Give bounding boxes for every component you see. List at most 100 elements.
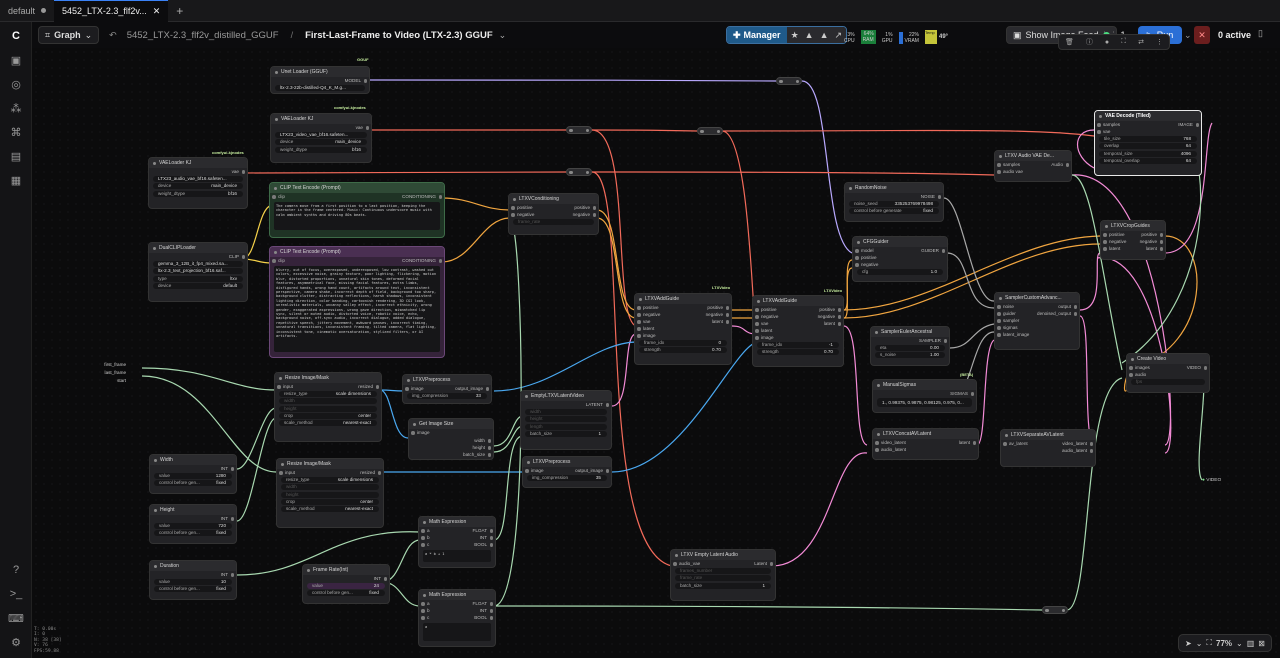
io-slot[interactable]: images VIDEO	[1127, 364, 1209, 371]
ltxv-audio-vae-decode-node[interactable]: LTXV Audio VAE De... samples Audio audio …	[994, 150, 1072, 182]
chevron-down-icon[interactable]: ⌄	[499, 30, 507, 41]
history-icon[interactable]: ◎	[8, 76, 24, 92]
weight-dtype-widget[interactable]: weight_dtype bf16	[153, 190, 243, 197]
vae-name-widget[interactable]: LTX23_audio_vae_bf16.safeten...	[153, 176, 243, 183]
sampler-custom-advanced-node[interactable]: SamplerCustomAdvanc... noise output guide…	[994, 292, 1080, 350]
vae-loader-video-node[interactable]: VAELoader KJ vae LTX23_video_vae_bf16.sa…	[270, 113, 372, 163]
strength-widget[interactable]: strength 0.70	[639, 347, 727, 354]
resize-type-widget[interactable]: resize_type scale dimensions	[279, 391, 377, 398]
models-icon[interactable]: ⌘	[8, 124, 24, 140]
ltxv-add-guide-node-2[interactable]: LTXVAddGuide positive positive negative ne…	[752, 295, 844, 367]
io-slot[interactable]: input resized	[277, 469, 383, 476]
io-slot[interactable]: positive positive	[509, 204, 598, 211]
fps-widget[interactable]: fps	[1131, 379, 1205, 386]
s-noise-widget[interactable]: s_noise 1.00	[875, 352, 945, 359]
weight-dtype-widget[interactable]: weight_dtype bf16	[275, 146, 367, 153]
frame-rate-node[interactable]: Frame Rate(Int) INT value 24 control befo…	[302, 564, 390, 604]
io-slot[interactable]: vae latent	[753, 320, 843, 327]
new-tab-button[interactable]: +	[168, 0, 191, 22]
share-icon[interactable]: ↗	[834, 30, 842, 41]
comfy-logo-icon[interactable]: C	[8, 28, 24, 44]
img-compression-widget[interactable]: img_compression 35	[527, 475, 607, 482]
io-slot[interactable]: guider denoised_output	[995, 310, 1079, 317]
io-slot[interactable]: audio_vae Latent	[671, 560, 775, 567]
info-icon[interactable]: ⓘ	[1086, 37, 1093, 47]
io-slot[interactable]: c BOOL	[419, 614, 495, 621]
image-icon[interactable]: ▣	[8, 52, 24, 68]
minimap-icon[interactable]: ▥	[1247, 639, 1255, 648]
input-slot[interactable]: audio	[1127, 371, 1209, 378]
close-icon[interactable]: ✕	[153, 6, 161, 17]
io-slot[interactable]: noise output	[995, 303, 1079, 310]
io-slot[interactable]: latent latent	[1101, 245, 1165, 252]
sigmas-widget[interactable]: 1., 0.99375, 0.9875, 0.98125, 0.975, 0..…	[877, 398, 972, 408]
random-noise-node[interactable]: RandomNoise NOISE noise_seed 335253769978…	[844, 182, 944, 222]
unet-loader-node[interactable]: Unet Loader (GGUF) MODEL ltx-2.3-22b-dis…	[270, 66, 370, 94]
bypass-icon[interactable]: ⇄	[1138, 38, 1144, 46]
panel-toggle-icon[interactable]: ▯	[1258, 28, 1263, 39]
duration-node[interactable]: Duration INT value 10 control before gen.…	[149, 560, 237, 600]
width-widget[interactable]: width	[281, 484, 379, 491]
io-slot[interactable]: image	[409, 429, 493, 437]
manual-sigmas-node[interactable]: ManualSigmas SIGMAS 1., 0.99375, 0.9875,…	[872, 379, 977, 413]
io-slot[interactable]: negative negative	[509, 211, 598, 218]
frame-idx-widget[interactable]: frame_idx -1	[757, 342, 839, 349]
input-slot[interactable]: positive	[853, 254, 947, 261]
vae-name-widget[interactable]: LTX23_video_vae_bf16.safeten...	[275, 132, 367, 139]
frame-idx-widget[interactable]: frame_idx 0	[639, 340, 727, 347]
output-slot[interactable]: MODEL	[271, 77, 369, 84]
subgraph-name[interactable]: First-Last-Frame to Video (LTX-2.3) GGUF	[305, 30, 493, 41]
unet-name-widget[interactable]: ltx-2.3-22b-distilled-Q4_K_M.g...	[275, 85, 365, 92]
clip-name1-widget[interactable]: gemma_3_12B_it_fp4_mixed.sa...	[153, 261, 243, 268]
control-widget[interactable]: control before gen... fixed	[307, 590, 385, 597]
io-slot[interactable]: c BOOL	[419, 541, 495, 548]
frame-rate-widget[interactable]: frame_rate	[675, 575, 771, 582]
width-widget[interactable]: width	[279, 398, 377, 405]
output-slot[interactable]: vae	[271, 124, 371, 131]
keyboard-icon[interactable]: ⌨	[8, 610, 24, 626]
io-slot[interactable]: image output_image	[523, 467, 611, 474]
nodes-icon[interactable]: ⁂	[8, 100, 24, 116]
input-slot[interactable]: latent	[753, 327, 843, 334]
get-image-size-node[interactable]: Get Image Size image width height batch_…	[408, 418, 494, 460]
tab-workflow[interactable]: 5452_LTX-2.3_flf2v... ✕	[54, 0, 169, 22]
pointer-icon[interactable]: ➤	[1185, 639, 1192, 648]
reroute-node[interactable]	[1042, 606, 1068, 614]
cancel-button[interactable]: ✕	[1194, 26, 1210, 44]
output-slot[interactable]: NOISE	[845, 193, 943, 200]
temporal-overlap-widget[interactable]: temporal_overlap 64	[1099, 157, 1197, 164]
input-slot[interactable]: latent	[635, 325, 731, 332]
height-widget[interactable]: height	[281, 491, 379, 498]
undo-icon[interactable]: ↶	[109, 30, 117, 41]
last-frame-input[interactable]: last_frame	[98, 369, 126, 377]
type-widget[interactable]: type ltxv	[153, 275, 243, 282]
reroute-node[interactable]	[697, 127, 723, 135]
value-widget[interactable]: value 10	[154, 579, 232, 586]
noise-seed-widget[interactable]: noise_seed 335253769978498	[849, 201, 939, 208]
ltxv-crop-guides-node[interactable]: LTXVCropGuides positive positive negative…	[1100, 220, 1166, 260]
width-node[interactable]: Width INT value 1280 control before gen..…	[149, 454, 237, 494]
value-widget[interactable]: value 720	[154, 523, 232, 530]
device-widget[interactable]: device main_device	[275, 139, 367, 146]
start-input[interactable]: start	[98, 377, 126, 385]
clip-name2-widget[interactable]: ltx-2.3_text_projection_bf16.saf...	[153, 268, 243, 275]
height-node[interactable]: Height INT value 720 control before gen..…	[149, 504, 237, 544]
cfg-widget[interactable]: cfg 1.0	[857, 269, 943, 276]
temporal-size-widget[interactable]: temporal_size 4096	[1099, 150, 1197, 157]
io-slot[interactable]: b INT	[419, 534, 495, 541]
triangle-icon[interactable]: ▲	[805, 30, 814, 40]
input-slot[interactable]: negative	[853, 261, 947, 268]
io-slot[interactable]: image output_image	[403, 385, 491, 392]
terminal-icon[interactable]: >_	[8, 586, 24, 602]
batch-size-widget[interactable]: batch_size 1	[675, 582, 771, 589]
color-icon[interactable]: ●	[1105, 39, 1109, 46]
input-slot[interactable]: latent_image	[995, 331, 1079, 338]
reroute-node[interactable]	[566, 126, 592, 134]
value-widget[interactable]: value 24	[307, 583, 385, 590]
input-slot[interactable]: audio_latent	[873, 446, 978, 453]
output-slot[interactable]: INT	[150, 465, 236, 472]
zoom-level[interactable]: 77%	[1216, 639, 1232, 648]
more-icon[interactable]: ⋮	[1156, 38, 1163, 46]
crop-widget[interactable]: crop center	[279, 412, 377, 419]
eta-widget[interactable]: eta 0.00	[875, 345, 945, 352]
